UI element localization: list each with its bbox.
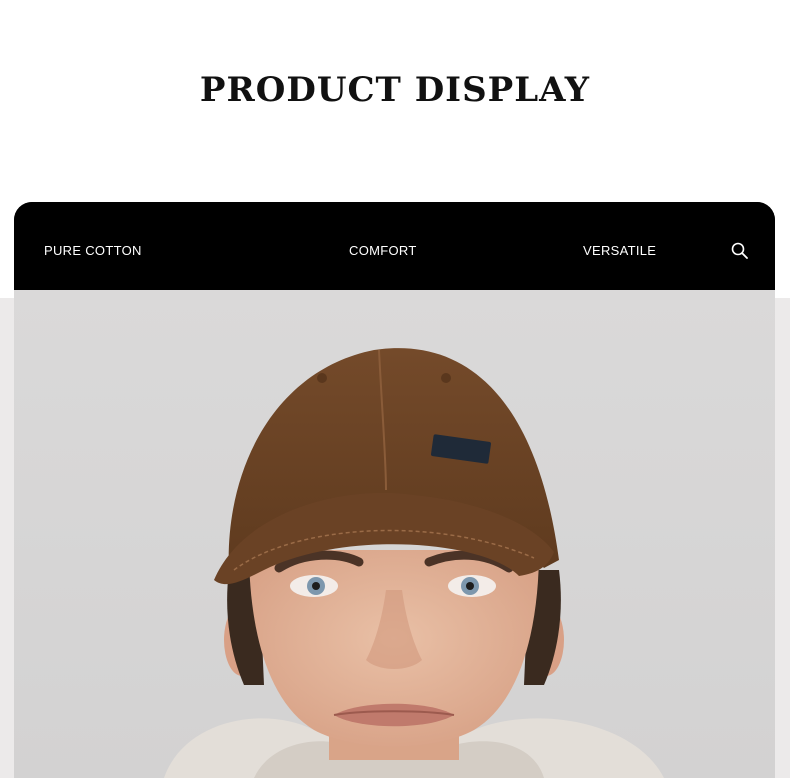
- nav-item-pure-cotton[interactable]: PURE COTTON: [44, 243, 142, 258]
- nav-item-comfort[interactable]: COMFORT: [349, 243, 417, 258]
- page-title: PRODUCT DISPLAY: [199, 70, 591, 110]
- feature-navbar: PURE COTTON COMFORT VERSATILE: [14, 202, 775, 290]
- product-card: PURE COTTON COMFORT VERSATILE: [14, 202, 775, 778]
- model-illustration: [164, 348, 664, 778]
- product-photo: [14, 290, 775, 778]
- nav-item-versatile[interactable]: VERSATILE: [583, 243, 656, 258]
- search-icon[interactable]: [730, 241, 750, 261]
